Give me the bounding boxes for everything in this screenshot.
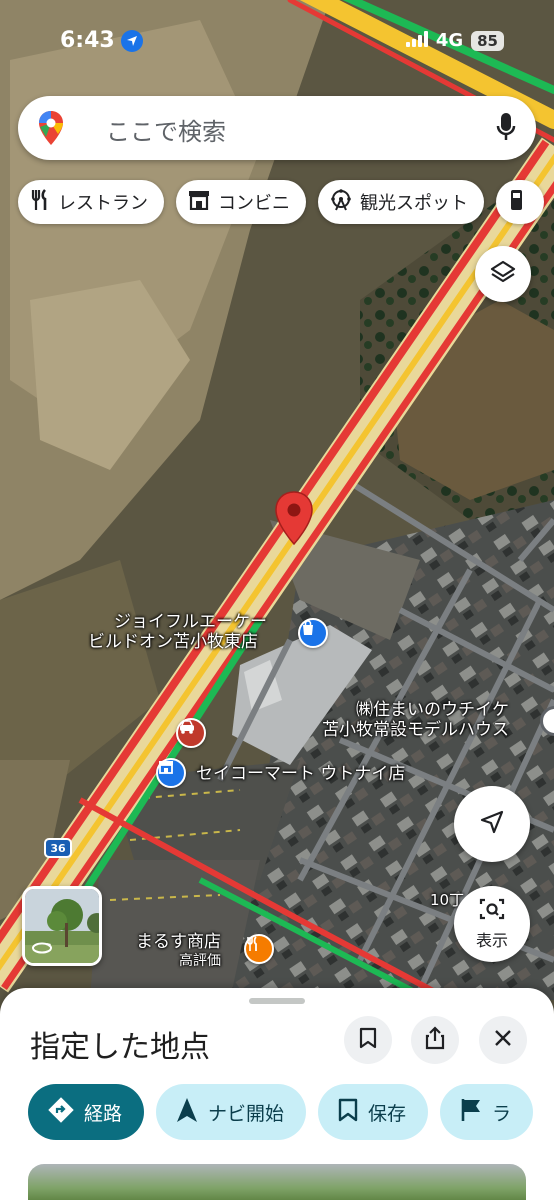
poi-label-house-line1: ㈱住まいのウチイケ: [356, 700, 509, 720]
route-shield-number: 36: [50, 841, 66, 855]
display-button[interactable]: 表示: [454, 886, 530, 962]
route-shield: 36: [44, 838, 72, 858]
chip-restaurant[interactable]: レストラン: [18, 180, 164, 224]
display-button-label: 表示: [475, 931, 508, 950]
place-title: 指定した地点: [30, 1030, 210, 1065]
directions-label: 経路: [84, 1102, 123, 1125]
poi-label-marusu-sub: 高評価: [179, 953, 221, 969]
share-icon: [425, 1026, 445, 1054]
directions-icon: [48, 1096, 74, 1128]
action-buttons: 経路 ナビ開始 保存 ラ: [28, 1084, 554, 1140]
poi-label-joyful-line2: ビルドオン苫小牧東店: [88, 632, 258, 652]
start-navigation-button[interactable]: ナビ開始: [156, 1084, 307, 1140]
chip-convenience[interactable]: コンビニ: [176, 180, 306, 224]
chip-sightseeing[interactable]: 観光スポット: [318, 180, 484, 224]
dropped-pin-icon[interactable]: [274, 490, 314, 546]
save-bookmark-button[interactable]: [344, 1016, 392, 1064]
car-service-icon[interactable]: [176, 718, 206, 748]
network-type: 4G: [435, 30, 464, 51]
layers-button[interactable]: [475, 246, 531, 302]
category-chips: レストラン コンビニ 観光スポット: [18, 180, 554, 224]
poi-label-house-line2: 苫小牧常設モデルハウス: [322, 720, 509, 740]
navigation-arrow-icon: [176, 1097, 198, 1128]
convenience-store-icon[interactable]: [156, 758, 186, 788]
battery-level: 85: [471, 30, 504, 51]
lens-icon: [479, 897, 505, 925]
poi-label-joyful-line1: ジョイフルエーケー: [114, 612, 267, 632]
shopping-bag-icon[interactable]: [298, 618, 328, 648]
signal-bars-icon: [405, 30, 428, 51]
fork-knife-icon: [30, 188, 50, 216]
sheet-drag-handle[interactable]: [249, 998, 305, 1004]
google-maps-logo-icon: [38, 110, 64, 150]
search-input[interactable]: ここで検索: [106, 112, 226, 147]
chip-restaurant-label: レストラン: [58, 193, 148, 214]
close-button[interactable]: [479, 1016, 527, 1064]
status-bar: 6:43 4G 85: [0, 0, 554, 84]
chip-sightseeing-label: 観光スポット: [360, 193, 468, 214]
save-button[interactable]: 保存: [318, 1084, 429, 1140]
bookmark-icon: [338, 1098, 358, 1127]
bookmark-icon: [359, 1027, 377, 1053]
share-button[interactable]: [411, 1016, 459, 1064]
poi-label-marusu[interactable]: まるす商店 高評価: [136, 932, 221, 970]
ferris-wheel-icon: [330, 188, 352, 216]
street-view-thumbnail[interactable]: [22, 886, 102, 966]
360-rotate-icon: [31, 940, 53, 959]
navigation-arrow-icon: [479, 809, 505, 839]
restaurant-icon[interactable]: [244, 934, 274, 964]
microphone-icon[interactable]: [496, 112, 516, 146]
place-bottom-sheet[interactable]: 指定した地点 経路 ナビ開始 保存 ラ: [0, 988, 554, 1200]
search-bar[interactable]: ここで検索: [18, 96, 536, 160]
layers-icon: [490, 259, 516, 289]
chip-convenience-label: コンビニ: [218, 193, 290, 214]
status-time: 6:43: [60, 28, 115, 53]
chip-gas-station[interactable]: [496, 180, 544, 224]
status-right: 4G 85: [405, 30, 504, 51]
save-label: 保存: [368, 1102, 407, 1125]
gas-pump-icon: [510, 189, 528, 216]
location-arrow-icon: [120, 29, 143, 52]
flag-icon: [460, 1098, 482, 1127]
status-time-group: 6:43: [60, 28, 143, 53]
place-photo[interactable]: [28, 1164, 526, 1200]
poi-label-joyful[interactable]: ジョイフルエーケー ビルドオン苫小牧東店: [88, 612, 267, 652]
my-location-button[interactable]: [454, 786, 530, 862]
label-button-label: ラ: [492, 1102, 512, 1125]
poi-label-marusu-name: まるす商店: [136, 932, 221, 952]
close-icon: [494, 1029, 512, 1051]
store-icon: [188, 190, 210, 215]
label-button[interactable]: ラ: [440, 1084, 534, 1140]
directions-button[interactable]: 経路: [28, 1084, 145, 1140]
start-navigation-label: ナビ開始: [208, 1102, 285, 1125]
poi-label-model-house[interactable]: ㈱住まいのウチイケ 苫小牧常設モデルハウス: [318, 700, 509, 740]
poi-label-seicomart[interactable]: セイコーマート ウトナイ店: [196, 764, 405, 784]
